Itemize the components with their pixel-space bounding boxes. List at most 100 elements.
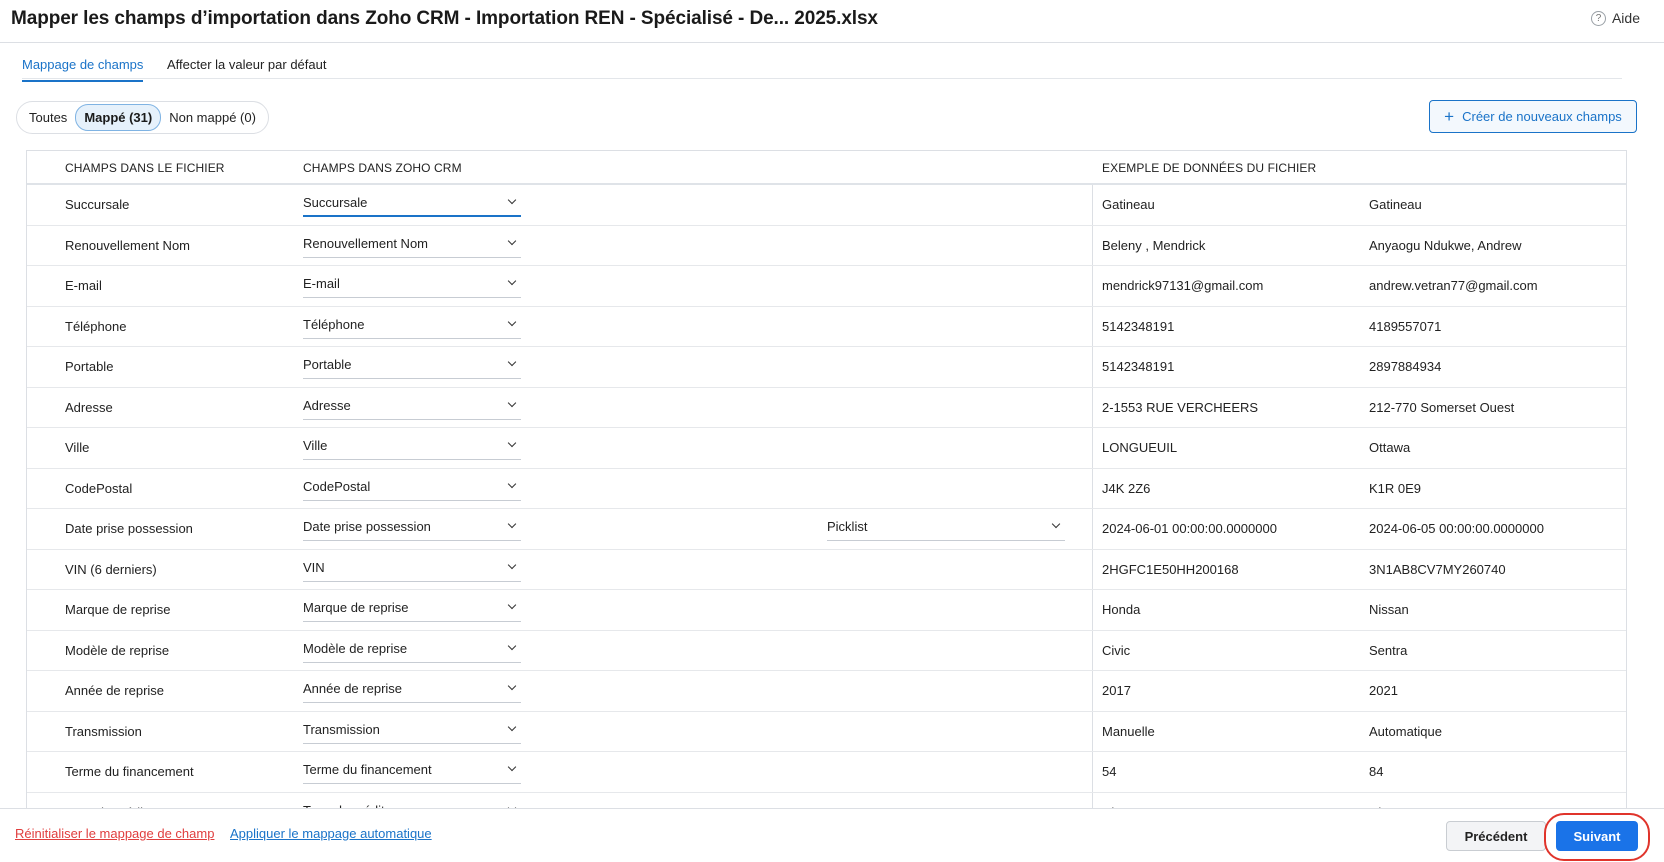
table-row: Terme du financement Terme du financement… — [27, 752, 1626, 793]
crm-field-select[interactable]: Date prise possession — [303, 515, 521, 541]
previous-button[interactable]: Précédent — [1446, 821, 1546, 851]
sample-value: mendrick97131@gmail.com — [1102, 278, 1264, 293]
file-field-name: Ville — [65, 440, 90, 455]
sample-value: 2-1553 RUE VERCHEERS — [1102, 399, 1259, 415]
help-button[interactable]: ? Aide — [1590, 10, 1640, 26]
help-icon: ? — [1590, 10, 1606, 26]
crm-field-value: E-mail — [303, 276, 340, 291]
sample-value: Manuelle — [1102, 723, 1155, 739]
crm-field-value: Succursale — [303, 195, 368, 210]
tab-default-value[interactable]: Affecter la valeur par défaut — [167, 57, 326, 80]
table-row: Téléphone Téléphone 5142348191 4189557071 — [27, 307, 1626, 347]
crm-field-select[interactable]: Portable — [303, 353, 521, 379]
help-label: Aide — [1611, 10, 1640, 26]
crm-field-select[interactable]: Renouvellement Nom — [303, 232, 521, 258]
table-body: Succursale Succursale Gatineau Gatineau Reno… — [27, 185, 1626, 810]
chevron-down-icon — [507, 600, 517, 610]
sample-value: andrew.vetran77@gmail.com — [1369, 278, 1538, 293]
sample-value: 212-770 Somerset Ouest — [1369, 399, 1515, 415]
crm-field-select[interactable]: Adresse — [303, 394, 521, 420]
file-field-name: VIN (6 derniers) — [65, 561, 157, 577]
table-row: Renouvellement Nom Renouvellement Nom Bele… — [27, 226, 1626, 266]
tab-bar: Mappage de champs Affecter la valeur par… — [22, 44, 1622, 82]
chevron-down-icon — [507, 195, 517, 205]
filter-mapped[interactable]: Mappé (31) — [75, 104, 162, 131]
file-field-name: Marque de reprise — [65, 602, 171, 617]
table-row: Succursale Succursale Gatineau Gatineau — [27, 185, 1626, 226]
file-field-name: CodePostal — [65, 480, 133, 496]
file-field-name: Modèle de reprise — [65, 642, 170, 658]
crm-field-select[interactable]: Téléphone — [303, 313, 521, 339]
mapping-filter: Toutes Mappé (31) Non mappé (0) — [16, 101, 269, 134]
filter-all[interactable]: Toutes — [21, 105, 75, 130]
table-row: Modèle de reprise Modèle de reprise Civic S… — [27, 631, 1626, 671]
next-button[interactable]: Suivant — [1556, 821, 1638, 851]
chevron-down-icon — [507, 317, 517, 326]
chevron-down-icon — [507, 236, 517, 245]
crm-field-select[interactable]: CodePostal — [303, 475, 521, 501]
crm-field-select[interactable]: Succursale — [303, 191, 521, 217]
crm-field-select[interactable]: Transmission — [303, 718, 521, 744]
chevron-down-icon — [507, 276, 517, 286]
filter-unmapped[interactable]: Non mappé (0) — [161, 105, 264, 130]
sample-value: Gatineau — [1102, 197, 1155, 212]
reset-mapping-link[interactable]: Réinitialiser le mappage de champ — [15, 826, 214, 841]
table-row: Année de reprise Année de reprise 2017 2021 — [27, 671, 1626, 712]
crm-field-select[interactable]: Année de reprise — [303, 677, 521, 703]
page-header: Mapper les champs d’importation dans Zoh… — [0, 0, 1664, 43]
crm-field-value: Modèle de reprise — [303, 640, 408, 656]
file-field-name: Portable — [65, 359, 114, 374]
sample-value: 2021 — [1369, 683, 1398, 698]
crm-field-select[interactable]: E-mail — [303, 272, 521, 298]
tab-field-mapping[interactable]: Mappage de champs — [22, 57, 144, 82]
sample-value: Automatique — [1369, 723, 1442, 739]
crm-field-value: Année de reprise — [303, 681, 403, 696]
crm-field-value: Adresse — [303, 397, 351, 413]
file-field-name: Transmission — [65, 723, 142, 739]
crm-field-select[interactable]: VIN — [303, 556, 521, 582]
table-row: Portable Portable 5142348191 2897884934 — [27, 347, 1626, 388]
chevron-down-icon — [507, 438, 517, 448]
sample-value: Ottawa — [1369, 440, 1411, 455]
table-row: VIN (6 derniers) VIN 2HGFC1E50HH200168 3N1A… — [27, 550, 1626, 590]
chevron-down-icon — [507, 681, 517, 691]
sample-value: 2017 — [1102, 683, 1131, 698]
sample-value: K1R 0E9 — [1369, 480, 1422, 496]
table-row: E-mail E-mail mendrick97131@gmail.com andre… — [27, 266, 1626, 307]
header-sample-data: EXEMPLE DE DONNÉES DU FICHIER — [1102, 161, 1317, 175]
table-row: Transmission Transmission Manuelle Automati… — [27, 712, 1626, 752]
crm-field-value: VIN — [303, 559, 325, 575]
file-field-name: Année de reprise — [65, 683, 165, 698]
chevron-down-icon — [507, 722, 517, 731]
auto-mapping-link[interactable]: Appliquer le mappage automatique — [230, 826, 432, 841]
create-fields-button[interactable]: + Créer de nouveaux champs — [1429, 100, 1637, 133]
file-field-name: Adresse — [65, 399, 113, 415]
table-row: Marque de reprise Marque de reprise Honda N… — [27, 590, 1626, 631]
mapping-table: CHAMPS DANS LE FICHIER CHAMPS DANS ZOHO … — [26, 150, 1627, 810]
table-row: Ville Ville LONGUEUIL Ottawa — [27, 428, 1626, 469]
file-field-name: Téléphone — [65, 318, 127, 334]
sample-value: Sentra — [1369, 642, 1408, 658]
crm-field-value: Terme du financement — [303, 762, 432, 777]
crm-field-value: Ville — [303, 438, 328, 453]
field-type-select[interactable]: Picklist — [827, 515, 1065, 541]
file-field-name: Succursale — [65, 197, 130, 212]
sample-value: Gatineau — [1369, 197, 1422, 212]
create-fields-label: Créer de nouveaux champs — [1462, 109, 1622, 124]
chevron-down-icon — [507, 560, 517, 569]
chevron-down-icon — [507, 641, 517, 650]
crm-field-value: CodePostal — [303, 478, 371, 494]
crm-field-value: Portable — [303, 357, 352, 372]
sample-value: 2HGFC1E50HH200168 — [1102, 561, 1239, 577]
table-row: CodePostal CodePostal J4K 2Z6 K1R 0E9 — [27, 469, 1626, 509]
crm-field-select[interactable]: Terme du financement — [303, 758, 521, 784]
sample-value: Nissan — [1369, 602, 1409, 617]
crm-field-select[interactable]: Marque de reprise — [303, 596, 521, 622]
crm-field-select[interactable]: Ville — [303, 434, 521, 460]
sample-value: 2897884934 — [1369, 359, 1442, 374]
crm-field-select[interactable]: Modèle de reprise — [303, 637, 521, 663]
sample-value: LONGUEUIL — [1102, 440, 1178, 455]
chevron-down-icon — [507, 762, 517, 772]
file-field-name: E-mail — [65, 278, 102, 293]
sample-value: 54 — [1102, 764, 1117, 779]
